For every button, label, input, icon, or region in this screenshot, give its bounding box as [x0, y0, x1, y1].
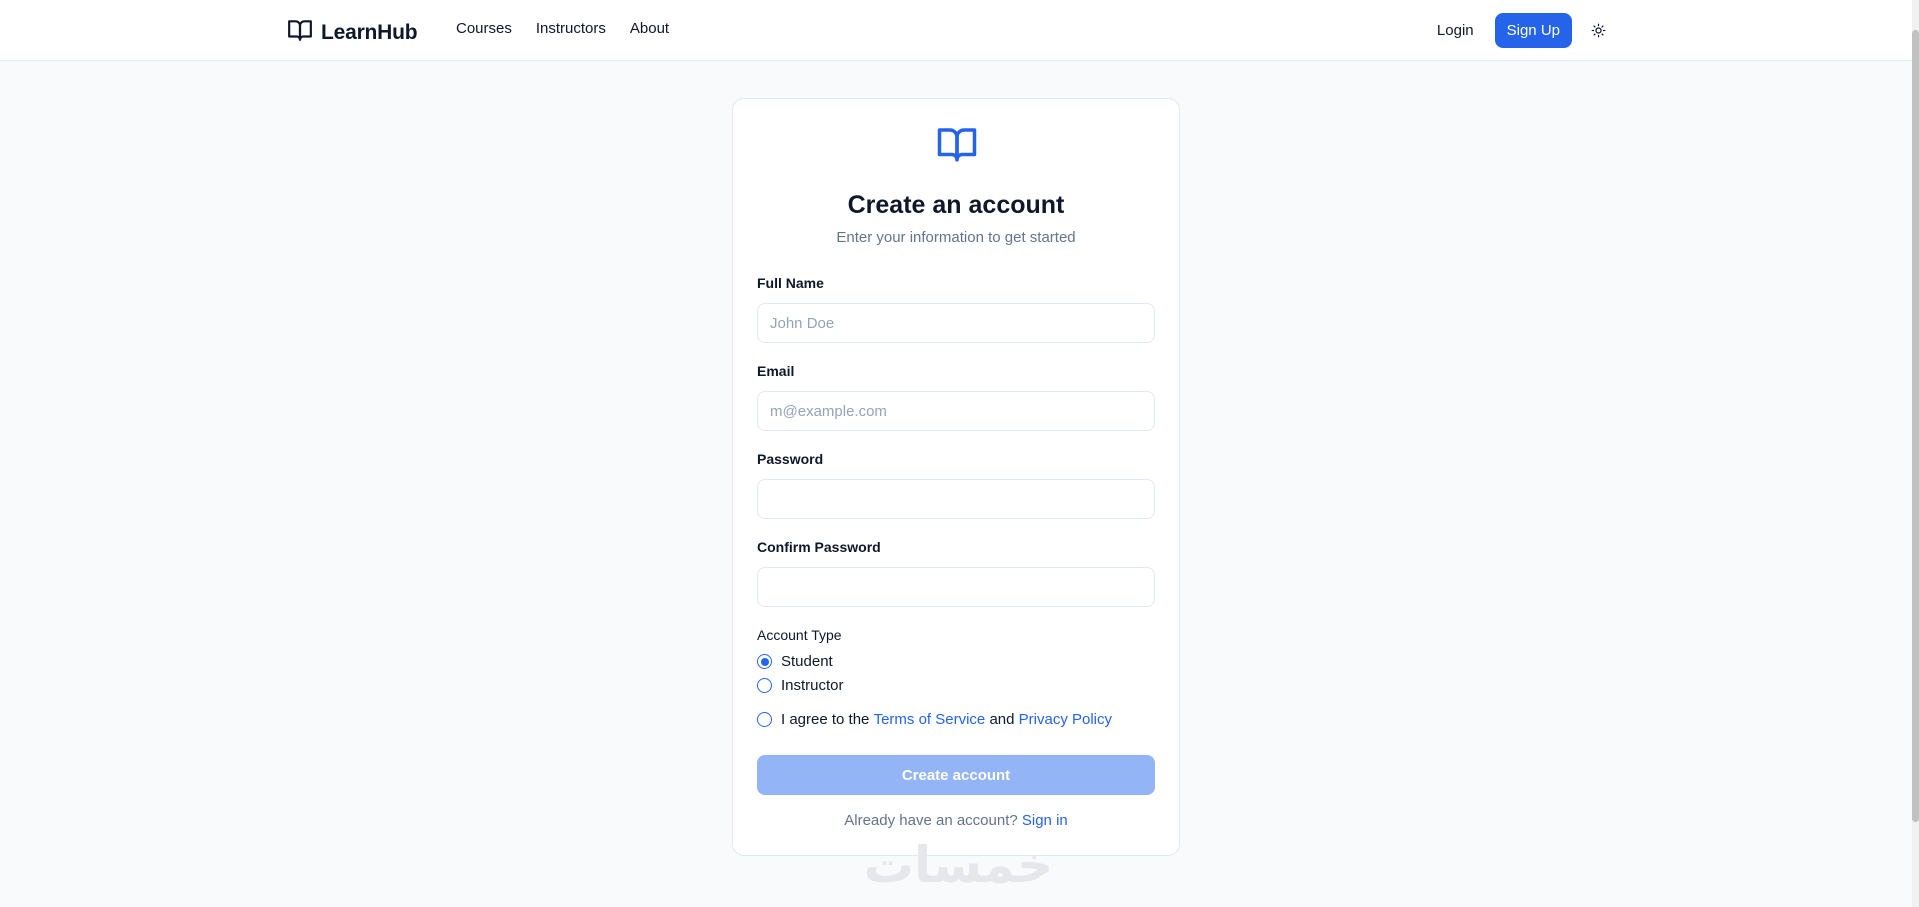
terms-middle: and: [985, 711, 1019, 728]
privacy-policy-link[interactable]: Privacy Policy: [1019, 711, 1112, 728]
sun-icon: [1591, 23, 1605, 38]
password-label: Password: [757, 451, 824, 467]
brand-name: LearnHub: [321, 20, 418, 44]
signup-card: Create an account Enter your information…: [732, 98, 1180, 856]
sign-in-link[interactable]: Sign in: [1022, 812, 1068, 829]
login-button[interactable]: Login: [1437, 22, 1474, 39]
full-name-input[interactable]: [757, 303, 1155, 343]
watermark-logo: خمسات: [863, 836, 1054, 894]
terms-checkbox[interactable]: [757, 712, 772, 727]
password-input[interactable]: [757, 479, 1155, 519]
top-navbar: LearnHub Courses Instructors About Login…: [0, 0, 1912, 61]
nav-link-about[interactable]: About: [630, 20, 669, 37]
nav-link-instructors[interactable]: Instructors: [536, 20, 606, 37]
book-open-icon: [936, 123, 978, 165]
student-radio[interactable]: [757, 654, 772, 669]
instructor-radio[interactable]: [757, 678, 772, 693]
create-account-button[interactable]: Create account: [757, 755, 1155, 795]
nav-actions: Login Sign Up: [1437, 13, 1609, 48]
signin-prompt-text: Already have an account?: [844, 812, 1022, 829]
instructor-label: Instructor: [781, 677, 844, 694]
full-name-label: Full Name: [757, 275, 824, 291]
signup-button[interactable]: Sign Up: [1494, 13, 1572, 48]
confirm-password-input[interactable]: [757, 567, 1155, 607]
terms-prefix: I agree to the: [781, 711, 874, 728]
theme-toggle-button[interactable]: [1587, 20, 1609, 42]
account-type-label: Account Type: [757, 627, 842, 643]
signin-prompt: Already have an account? Sign in: [733, 812, 1179, 829]
email-label: Email: [757, 363, 795, 379]
account-type-student-option[interactable]: Student: [757, 653, 833, 670]
nav-links: Courses Instructors About: [456, 20, 669, 37]
scrollbar[interactable]: [1912, 0, 1919, 907]
email-input[interactable]: [757, 391, 1155, 431]
scrollbar-thumb[interactable]: [1912, 30, 1919, 822]
page-subtitle: Enter your information to get started: [836, 229, 1076, 246]
student-label: Student: [781, 653, 833, 670]
brand[interactable]: LearnHub: [287, 17, 418, 48]
account-type-instructor-option[interactable]: Instructor: [757, 677, 844, 694]
page-title: Create an account: [847, 191, 1065, 219]
book-open-icon: [287, 17, 313, 48]
confirm-password-label: Confirm Password: [757, 539, 881, 555]
radio-selected-dot: [760, 657, 769, 666]
nav-link-courses[interactable]: Courses: [456, 20, 512, 37]
terms-agreement[interactable]: I agree to the Terms of Service and Priv…: [757, 711, 1112, 728]
terms-of-service-link[interactable]: Terms of Service: [874, 711, 986, 728]
